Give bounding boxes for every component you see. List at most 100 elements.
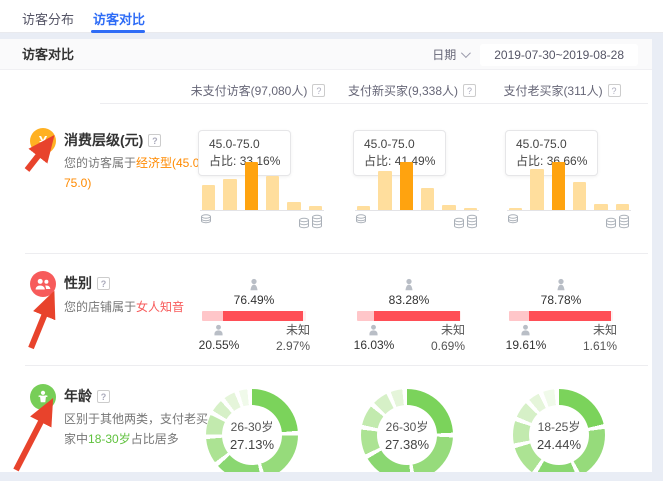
yen-glyph: ¥ [39,133,47,150]
age-cell-new-buyers: 26-30岁 27.38% [345,385,485,472]
column-header-unpaid-visitors: 未支付访客(97,080人)? [168,82,348,99]
coin-stack-icon [605,214,631,229]
age-cell-unpaid: 26-30岁 27.13% [190,385,330,472]
age-donut-chart: 26-30岁 27.38% [361,389,453,472]
female-icon [402,278,416,292]
row-title-age: 年龄? [64,386,110,406]
donut-top-age-label: 18-25岁 [538,418,581,435]
coin-small-icon [200,214,212,224]
date-filter: 日期 2019-07-30~2019-08-28 [432,39,638,70]
unknown-label: 未知 [583,322,617,338]
male-icon [367,324,380,337]
gender-stacked-bar [509,311,613,321]
help-icon[interactable]: ? [148,134,161,147]
desc-text: 占比居多 [131,432,179,446]
coin-small-icon [355,214,367,224]
divider [100,103,648,104]
help-icon[interactable]: ? [608,84,621,97]
chart-axis [200,210,324,211]
consumption-cell-new-buyers: 45.0-75.0 占比: 41.49% [345,130,485,235]
gender-stacked-bar [357,311,461,321]
yen-icon: ¥ [30,128,56,154]
tab-visitor-compare[interactable]: 访客对比 [93,9,145,28]
chevron-down-icon [461,48,471,58]
column-header-label: 支付新买家(9,338人) [348,84,458,98]
gender-stacked-bar [202,311,306,321]
female-icon [247,278,261,292]
tooltip-range: 45.0-75.0 [516,136,587,153]
donut-center: 18-25岁 24.44% [529,405,589,465]
consumption-cell-unpaid: 45.0-75.0 占比: 33.16% [190,130,330,235]
divider [25,253,648,254]
male-icon [519,324,532,337]
male-pct: 20.55% [190,338,248,352]
consumption-bar-chart [202,162,322,210]
date-filter-dropdown[interactable]: 日期 [432,46,468,63]
age-donut-chart: 18-25岁 24.44% [513,389,605,472]
row-title-label: 年龄 [64,388,92,404]
chart-axis [507,210,631,211]
desc-highlight: 18-30岁 [88,432,131,446]
male-pct: 19.61% [497,338,555,352]
tab-bar: 访客分布 访客对比 [0,0,663,33]
consumption-cell-old-buyers: 45.0-75.0 占比: 36.66% [497,130,637,235]
date-filter-label: 日期 [432,46,456,63]
consumption-bar-chart [357,162,477,210]
row-title-consumption: 消费层级(元)? [64,130,161,150]
chart-axis [355,210,479,211]
unknown-block: 未知2.97% [276,322,310,354]
male-icon [212,324,225,337]
age-person-icon [30,384,56,410]
row-title-label: 消费层级(元) [64,132,143,148]
consumption-bar-chart [509,162,629,210]
desc-text: 您的店铺属于 [64,300,136,314]
age-cell-old-buyers: 18-25岁 24.44% [497,385,637,472]
tooltip-range: 45.0-75.0 [209,136,280,153]
donut-top-age-label: 26-30岁 [386,418,429,435]
row-title-label: 性别 [64,275,92,291]
row-desc-consumption: 您的访客属于经济型(45.0-75.0) [64,153,206,193]
gender-cell-old-buyers: 78.78% 19.61% 未知1.61% [497,278,637,358]
donut-center: 26-30岁 27.38% [377,405,437,465]
column-header-old-buyers: 支付老买家(311人)? [472,82,652,99]
help-icon[interactable]: ? [97,277,110,290]
coin-stack-icon [298,214,324,229]
unknown-block: 未知1.61% [583,322,617,354]
unknown-block: 未知0.69% [431,322,465,354]
help-icon[interactable]: ? [97,390,110,403]
coin-small-icon [507,214,519,224]
divider [25,365,648,366]
desc-text: 您的访客属于 [64,156,136,170]
row-title-gender: 性别? [64,273,110,293]
gender-people-icon [30,271,56,297]
visitor-compare-screen: 访客分布 访客对比 访客对比 日期 2019-07-30~2019-08-28 … [0,0,663,481]
age-donut-chart: 26-30岁 27.13% [206,389,298,472]
donut-top-age-label: 26-30岁 [231,418,274,435]
donut-top-age-pct: 27.13% [230,437,274,452]
gender-cell-unpaid: 76.49% 20.55% 未知2.97% [190,278,330,358]
donut-top-age-pct: 24.44% [537,437,581,452]
tab-visitor-distribution[interactable]: 访客分布 [22,9,74,28]
date-range-value[interactable]: 2019-07-30~2019-08-28 [480,44,638,66]
donut-center: 26-30岁 27.13% [222,405,282,465]
female-pct: 76.49% [202,293,306,307]
desc-highlight: 女人知音 [136,300,184,314]
active-tab-underline [91,30,145,33]
female-icon [554,278,568,292]
female-pct: 78.78% [509,293,613,307]
panel-title: 访客对比 [22,39,74,70]
male-pct: 16.03% [345,338,403,352]
donut-top-age-pct: 27.38% [385,437,429,452]
unknown-pct: 2.97% [276,338,310,354]
unknown-pct: 1.61% [583,338,617,354]
unknown-label: 未知 [276,322,310,338]
column-header-label: 未支付访客(97,080人) [191,84,308,98]
gender-cell-new-buyers: 83.28% 16.03% 未知0.69% [345,278,485,358]
female-pct: 83.28% [357,293,461,307]
unknown-label: 未知 [431,322,465,338]
coin-stack-icon [453,214,479,229]
tooltip-range: 45.0-75.0 [364,136,435,153]
card-header: 访客对比 日期 2019-07-30~2019-08-28 [0,39,652,70]
unknown-pct: 0.69% [431,338,465,354]
visitor-compare-card: 访客对比 日期 2019-07-30~2019-08-28 未支付访客(97,0… [0,39,652,472]
